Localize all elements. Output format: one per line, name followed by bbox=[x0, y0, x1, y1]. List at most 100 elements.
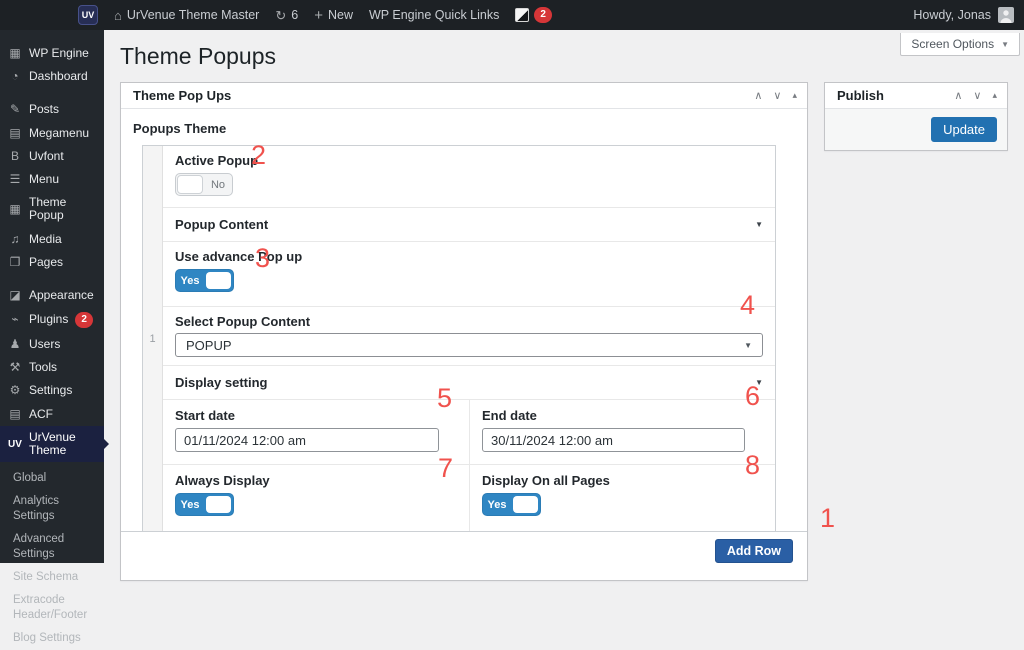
sidebar-item-uvfont[interactable]: B Uvfont bbox=[0, 145, 104, 168]
field-always-display: Always Display Yes bbox=[163, 465, 469, 531]
field-start-date: Start date bbox=[163, 400, 469, 464]
sidebar-item-settings[interactable]: ⚙ Settings bbox=[0, 379, 104, 402]
chevron-down-icon: ▼ bbox=[744, 341, 752, 350]
sidebar-item-plugins[interactable]: ⌁ Plugins 2 bbox=[0, 307, 104, 333]
field-select-popup-content: Select Popup Content POPUP ▼ bbox=[163, 307, 775, 366]
settings-icon: ⚙ bbox=[8, 384, 22, 397]
toggle-state-label: No bbox=[204, 174, 232, 195]
selected-value: POPUP bbox=[186, 338, 232, 353]
sidebar-item-posts[interactable]: ✎ Posts bbox=[0, 98, 104, 121]
date-fields-row: Start date End date bbox=[163, 400, 775, 465]
sidebar-item-theme-popup[interactable]: ▦ Theme Popup bbox=[0, 191, 104, 227]
updates-icon: ↻ bbox=[275, 9, 286, 22]
posts-icon: ✎ bbox=[8, 103, 22, 116]
page-title: Theme Popups bbox=[120, 43, 276, 70]
sidebar-subitem-advanced-settings[interactable]: Advanced Settings bbox=[0, 528, 104, 566]
sidebar-item-pages[interactable]: ❐ Pages bbox=[0, 251, 104, 274]
sidebar-item-menu[interactable]: ☰ Menu bbox=[0, 168, 104, 191]
publish-header[interactable]: Publish ∧ ∨ ▴ bbox=[825, 83, 1007, 109]
menu-icon: ☰ bbox=[8, 173, 22, 186]
sidebar-item-acf[interactable]: ▤ ACF bbox=[0, 403, 104, 426]
accordion-label: Display setting bbox=[175, 375, 755, 390]
theme-popup-icon: ▦ bbox=[8, 203, 22, 216]
sidebar-item-label: UrVenue Theme bbox=[29, 431, 96, 457]
avatar bbox=[998, 7, 1014, 23]
accordion-label: Popup Content bbox=[175, 217, 755, 232]
admin-bar-site-link[interactable]: ⌂ UrVenue Theme Master bbox=[114, 8, 259, 22]
toggle-state-label: Yes bbox=[176, 494, 204, 515]
move-down-icon[interactable]: ∨ bbox=[773, 89, 781, 102]
move-up-icon[interactable]: ∧ bbox=[954, 89, 962, 102]
chevron-down-icon: ▼ bbox=[1001, 40, 1009, 49]
screen-options-button[interactable]: Screen Options ▼ bbox=[900, 33, 1020, 56]
sidebar-subitem-site-schema[interactable]: Site Schema bbox=[0, 566, 104, 589]
uv-logo-icon[interactable]: UV bbox=[78, 5, 98, 25]
sidebar-subitem-global[interactable]: Global bbox=[0, 467, 104, 490]
add-row-button[interactable]: Add Row bbox=[715, 539, 793, 563]
select-popup-content-dropdown[interactable]: POPUP ▼ bbox=[175, 333, 763, 357]
select-popup-label: Select Popup Content bbox=[175, 314, 763, 329]
move-up-icon[interactable]: ∧ bbox=[754, 89, 762, 102]
sidebar-subitem-blog-settings[interactable]: Blog Settings bbox=[0, 627, 104, 650]
admin-bar-new[interactable]: + New bbox=[314, 8, 353, 23]
repeater-actions: Add Row bbox=[121, 531, 807, 572]
collapse-toggle-icon[interactable]: ▴ bbox=[992, 90, 997, 101]
end-date-input[interactable] bbox=[482, 428, 745, 452]
active-popup-toggle[interactable]: No bbox=[175, 173, 233, 196]
move-down-icon[interactable]: ∨ bbox=[973, 89, 981, 102]
accordion-popup-content[interactable]: Popup Content ▼ bbox=[163, 208, 775, 242]
sidebar-item-media[interactable]: ♫ Media bbox=[0, 228, 104, 251]
megamenu-icon: ▤ bbox=[8, 127, 22, 140]
always-display-label: Always Display bbox=[175, 473, 457, 488]
sidebar: ▦ WP Engine ◔ Dashboard ✎ Posts ▤ Megame… bbox=[0, 30, 104, 563]
sidebar-item-dashboard[interactable]: ◔ Dashboard bbox=[0, 65, 104, 88]
display-toggles-row: Always Display Yes Display On all Pages … bbox=[163, 465, 775, 531]
updates-count: 6 bbox=[291, 8, 298, 22]
toggle-state-label: Yes bbox=[176, 270, 204, 291]
wpengine-notification-icon bbox=[515, 8, 529, 22]
admin-bar-wpengine-quick-links[interactable]: WP Engine Quick Links bbox=[369, 8, 499, 22]
always-display-toggle[interactable]: Yes bbox=[175, 493, 234, 516]
dashboard-icon: ◔ bbox=[8, 70, 22, 83]
accordion-display-setting[interactable]: Display setting ▼ bbox=[163, 366, 775, 400]
field-use-advance-popup: Use advance Pop up Yes bbox=[163, 242, 775, 307]
sidebar-item-urvenue-theme[interactable]: UV UrVenue Theme bbox=[0, 426, 104, 462]
users-icon: ♟ bbox=[8, 338, 22, 351]
toggle-knob bbox=[206, 272, 231, 289]
sidebar-item-users[interactable]: ♟ Users bbox=[0, 333, 104, 356]
admin-bar-wpengine-notifications[interactable]: 2 bbox=[515, 7, 552, 23]
display-all-pages-toggle[interactable]: Yes bbox=[482, 493, 541, 516]
sidebar-item-appearance[interactable]: ◪ Appearance bbox=[0, 284, 104, 307]
toggle-knob bbox=[513, 496, 538, 513]
collapse-toggle-icon[interactable]: ▴ bbox=[792, 90, 797, 101]
admin-bar-account[interactable]: Howdy, Jonas bbox=[913, 7, 1014, 23]
sidebar-item-label: Appearance bbox=[29, 289, 94, 302]
admin-bar-updates[interactable]: ↻ 6 bbox=[275, 8, 298, 22]
display-all-pages-label: Display On all Pages bbox=[482, 473, 763, 488]
sidebar-item-label: Pages bbox=[29, 256, 63, 269]
toggle-knob bbox=[177, 175, 203, 194]
repeater-row-number[interactable]: 1 bbox=[143, 146, 163, 531]
plugins-icon: ⌁ bbox=[8, 313, 22, 326]
update-button[interactable]: Update bbox=[931, 117, 997, 142]
sidebar-subitem-analytics-settings[interactable]: Analytics Settings bbox=[0, 490, 104, 528]
site-name: UrVenue Theme Master bbox=[127, 8, 259, 22]
sidebar-subitem-extracode-header-footer[interactable]: Extracode Header/Footer bbox=[0, 589, 90, 627]
chevron-down-icon: ▼ bbox=[755, 378, 763, 387]
field-group-label: Popups Theme bbox=[133, 121, 795, 136]
toggle-state-label: Yes bbox=[483, 494, 511, 515]
start-date-label: Start date bbox=[175, 408, 457, 423]
admin-bar: UV ⌂ UrVenue Theme Master ↻ 6 + New WP E… bbox=[0, 0, 1024, 30]
pages-icon: ❐ bbox=[8, 256, 22, 269]
sidebar-item-megamenu[interactable]: ▤ Megamenu bbox=[0, 122, 104, 145]
field-display-all-pages: Display On all Pages Yes bbox=[469, 465, 775, 531]
sidebar-item-tools[interactable]: ⚒ Tools bbox=[0, 356, 104, 379]
appearance-icon: ◪ bbox=[8, 289, 22, 302]
sidebar-item-label: Users bbox=[29, 338, 60, 351]
start-date-input[interactable] bbox=[175, 428, 439, 452]
field-active-popup: Active Popup No bbox=[163, 146, 775, 208]
sidebar-item-wp-engine[interactable]: ▦ WP Engine bbox=[0, 42, 104, 65]
metabox-header[interactable]: Theme Pop Ups ∧ ∨ ▴ bbox=[121, 83, 807, 109]
theme-popups-metabox: Theme Pop Ups ∧ ∨ ▴ Popups Theme 1 Activ… bbox=[120, 82, 808, 581]
use-advance-toggle[interactable]: Yes bbox=[175, 269, 234, 292]
